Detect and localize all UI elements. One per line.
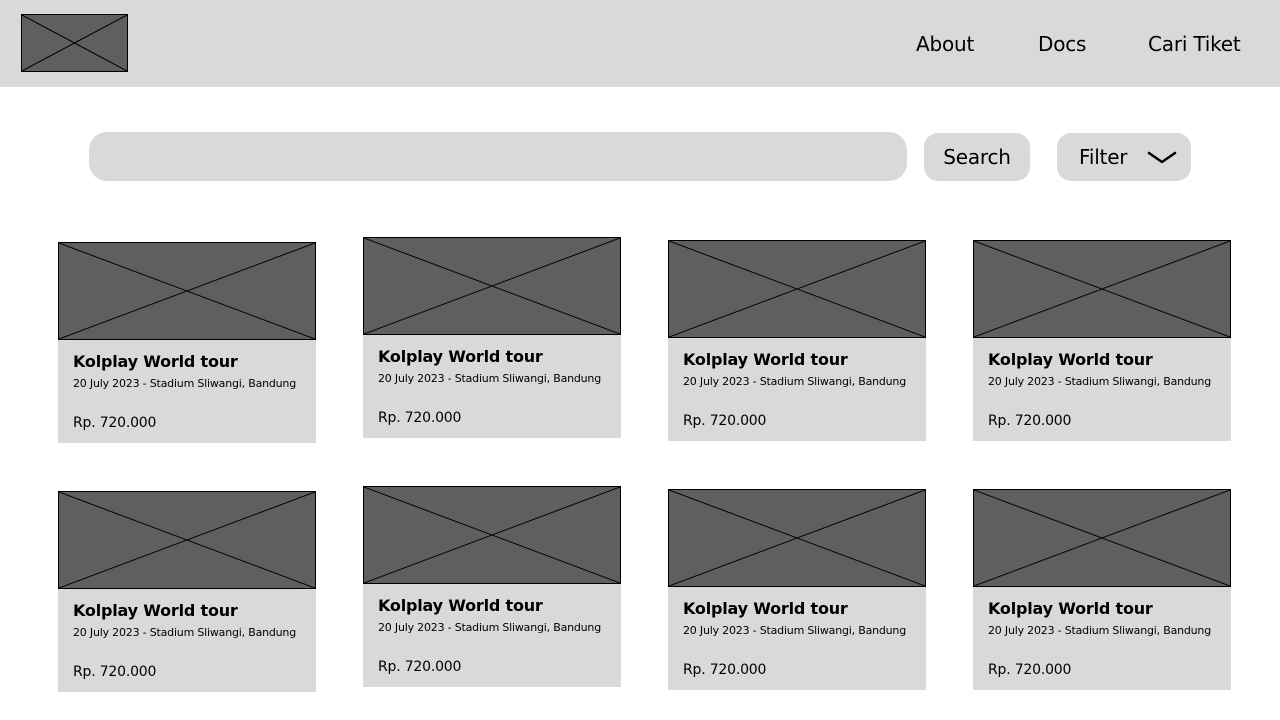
event-date-venue: 20 July 2023 - Stadium Sliwangi, Bandung xyxy=(73,377,296,390)
event-title: Kolplay World tour xyxy=(73,352,238,371)
event-price: Rp. 720.000 xyxy=(988,413,1072,429)
event-price: Rp. 720.000 xyxy=(73,415,157,431)
event-image-placeholder xyxy=(973,489,1231,587)
event-price: Rp. 720.000 xyxy=(683,662,767,678)
event-card-body: Kolplay World tour 20 July 2023 - Stadiu… xyxy=(668,338,926,441)
image-placeholder-icon xyxy=(59,492,315,588)
event-date-venue: 20 July 2023 - Stadium Sliwangi, Bandung xyxy=(378,372,601,385)
event-card-body: Kolplay World tour 20 July 2023 - Stadiu… xyxy=(668,587,926,690)
image-placeholder-icon xyxy=(669,490,925,586)
event-title: Kolplay World tour xyxy=(378,596,543,615)
event-image-placeholder xyxy=(363,486,621,584)
filter-dropdown[interactable]: Filter xyxy=(1057,133,1191,181)
event-card-body: Kolplay World tour 20 July 2023 - Stadiu… xyxy=(363,584,621,687)
event-title: Kolplay World tour xyxy=(683,350,848,369)
top-navbar: About Docs Cari Tiket xyxy=(0,0,1280,87)
event-price: Rp. 720.000 xyxy=(378,659,462,675)
event-card[interactable]: Kolplay World tour 20 July 2023 - Stadiu… xyxy=(58,491,316,692)
event-date-venue: 20 July 2023 - Stadium Sliwangi, Bandung xyxy=(988,375,1211,388)
event-card[interactable]: Kolplay World tour 20 July 2023 - Stadiu… xyxy=(973,489,1231,690)
nav-link-docs[interactable]: Docs xyxy=(1038,31,1086,57)
event-card[interactable]: Kolplay World tour 20 July 2023 - Stadiu… xyxy=(363,237,621,438)
event-image-placeholder xyxy=(668,489,926,587)
event-image-placeholder xyxy=(973,240,1231,338)
image-placeholder-icon xyxy=(669,241,925,337)
event-card[interactable]: Kolplay World tour 20 July 2023 - Stadiu… xyxy=(363,486,621,687)
event-title: Kolplay World tour xyxy=(683,599,848,618)
event-card[interactable]: Kolplay World tour 20 July 2023 - Stadiu… xyxy=(973,240,1231,441)
search-input[interactable] xyxy=(89,132,907,181)
event-date-venue: 20 July 2023 - Stadium Sliwangi, Bandung xyxy=(988,624,1211,637)
image-placeholder-icon xyxy=(22,15,127,71)
event-date-venue: 20 July 2023 - Stadium Sliwangi, Bandung xyxy=(73,626,296,639)
event-card[interactable]: Kolplay World tour 20 July 2023 - Stadiu… xyxy=(668,489,926,690)
image-placeholder-icon xyxy=(974,241,1230,337)
nav-link-cari-tiket[interactable]: Cari Tiket xyxy=(1148,31,1241,57)
filter-label: Filter xyxy=(1079,145,1128,169)
event-image-placeholder xyxy=(363,237,621,335)
event-card-body: Kolplay World tour 20 July 2023 - Stadiu… xyxy=(973,587,1231,690)
chevron-down-icon xyxy=(1147,151,1177,164)
event-card-body: Kolplay World tour 20 July 2023 - Stadiu… xyxy=(58,340,316,443)
event-price: Rp. 720.000 xyxy=(683,413,767,429)
nav-link-about[interactable]: About xyxy=(916,31,974,57)
event-date-venue: 20 July 2023 - Stadium Sliwangi, Bandung xyxy=(378,621,601,634)
image-placeholder-icon xyxy=(364,238,620,334)
event-card[interactable]: Kolplay World tour 20 July 2023 - Stadiu… xyxy=(668,240,926,441)
image-placeholder-icon xyxy=(364,487,620,583)
image-placeholder-icon xyxy=(59,243,315,339)
logo-placeholder-icon[interactable] xyxy=(21,14,128,72)
event-price: Rp. 720.000 xyxy=(378,410,462,426)
event-image-placeholder xyxy=(58,242,316,340)
event-card-body: Kolplay World tour 20 July 2023 - Stadiu… xyxy=(973,338,1231,441)
event-title: Kolplay World tour xyxy=(988,599,1153,618)
event-date-venue: 20 July 2023 - Stadium Sliwangi, Bandung xyxy=(683,624,906,637)
event-title: Kolplay World tour xyxy=(988,350,1153,369)
event-title: Kolplay World tour xyxy=(73,601,238,620)
event-date-venue: 20 July 2023 - Stadium Sliwangi, Bandung xyxy=(683,375,906,388)
event-price: Rp. 720.000 xyxy=(988,662,1072,678)
event-image-placeholder xyxy=(668,240,926,338)
event-image-placeholder xyxy=(58,491,316,589)
event-price: Rp. 720.000 xyxy=(73,664,157,680)
event-card-body: Kolplay World tour 20 July 2023 - Stadiu… xyxy=(58,589,316,692)
event-title: Kolplay World tour xyxy=(378,347,543,366)
search-button[interactable]: Search xyxy=(924,133,1030,181)
event-card[interactable]: Kolplay World tour 20 July 2023 - Stadiu… xyxy=(58,242,316,443)
image-placeholder-icon xyxy=(974,490,1230,586)
event-card-body: Kolplay World tour 20 July 2023 - Stadiu… xyxy=(363,335,621,438)
